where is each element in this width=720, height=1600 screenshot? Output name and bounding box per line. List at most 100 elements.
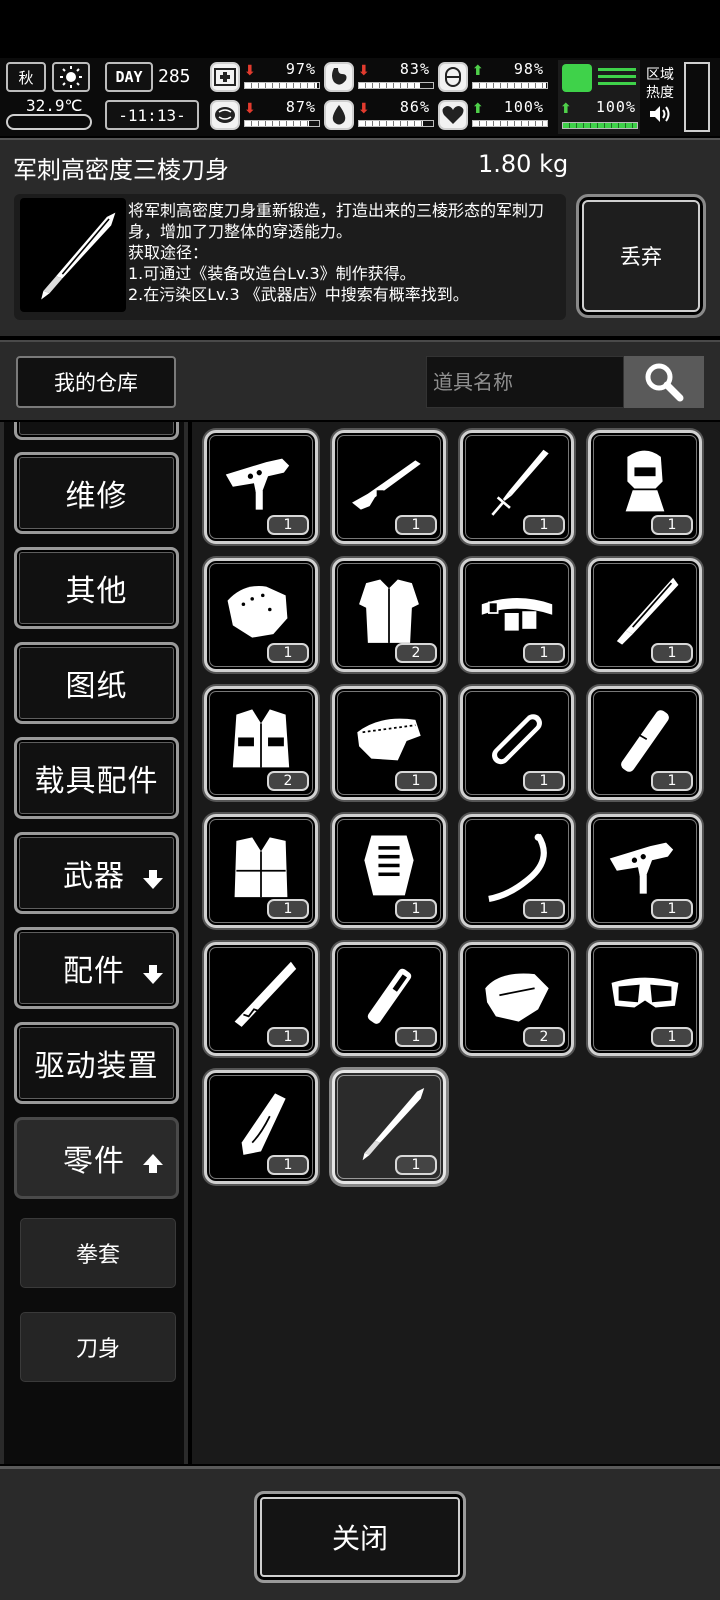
heart-icon <box>438 100 468 130</box>
quantity-badge: 1 <box>651 515 693 535</box>
close-button-label: 关闭 <box>331 1522 388 1555</box>
inventory-slot[interactable]: 1 <box>588 558 702 672</box>
thermometer-icon <box>6 114 92 130</box>
search-field[interactable] <box>426 356 624 408</box>
quantity-badge: 2 <box>395 643 437 663</box>
inventory-slot[interactable]: 1 <box>204 558 318 672</box>
stat-percent: 98% <box>513 60 544 78</box>
item-name: 军刺高密度三棱刀身 <box>13 156 229 184</box>
category-button[interactable]: 载具配件 <box>14 737 179 819</box>
category-label: 驱动装置 <box>34 1049 159 1084</box>
stat-percent: 86% <box>399 98 430 116</box>
inventory-slot[interactable]: 1 <box>460 686 574 800</box>
quantity-badge: 1 <box>267 643 309 663</box>
stat-bar-fill <box>359 83 421 88</box>
inventory-slot[interactable]: 1 <box>588 686 702 800</box>
category-button-partial[interactable] <box>14 422 179 440</box>
temperature-readout: 32.9℃ <box>26 96 83 115</box>
category-button[interactable]: 图纸 <box>14 642 179 724</box>
category-label: 武器 <box>63 859 125 894</box>
category-button[interactable]: 配件 <box>14 927 179 1009</box>
inventory-slot[interactable]: 2 <box>460 942 574 1056</box>
quantity-badge: 1 <box>267 1155 309 1175</box>
stamina-percent: 100% <box>595 98 636 116</box>
category-button[interactable]: 武器 <box>14 832 179 914</box>
footer-bar: 关闭 <box>0 1466 720 1600</box>
discard-button[interactable]: 丢弃 <box>576 194 706 318</box>
stomach-icon <box>324 62 354 92</box>
close-button[interactable]: 关闭 <box>254 1491 466 1583</box>
stamina-bar <box>562 122 638 129</box>
stat-bar-fill <box>245 83 317 88</box>
inventory-slot[interactable]: 1 <box>588 430 702 544</box>
inventory-slot[interactable]: 1 <box>204 942 318 1056</box>
quantity-badge: 2 <box>267 771 309 791</box>
quantity-badge: 1 <box>523 771 565 791</box>
arrow-down-icon <box>142 958 164 984</box>
subcategory-button[interactable]: 刀身 <box>20 1312 176 1382</box>
inventory-slot[interactable]: 1 <box>332 814 446 928</box>
category-label: 图纸 <box>65 669 128 704</box>
day-badge-label: DAY <box>115 68 143 86</box>
inventory-slot[interactable]: 2 <box>204 686 318 800</box>
subcategory-button[interactable]: 拳套 <box>20 1218 176 1288</box>
inventory-slot[interactable]: 1 <box>460 814 574 928</box>
inventory-slot[interactable]: 1 <box>204 1070 318 1184</box>
category-label: 载具配件 <box>34 764 159 799</box>
sun-icon <box>52 62 90 92</box>
category-button[interactable]: 零件 <box>14 1117 179 1199</box>
inventory-slot[interactable]: 1 <box>460 558 574 672</box>
search-icon <box>645 363 684 402</box>
stat-bar-fill <box>359 121 423 126</box>
item-description: 将军刺高密度刀身重新锻造，打造出来的三棱形态的军刺刀身，增加了刀整体的穿透能力。… <box>128 201 545 304</box>
inventory-slot[interactable]: 1 <box>588 942 702 1056</box>
category-button[interactable]: 其他 <box>14 547 179 629</box>
stat-percent: 97% <box>285 60 316 78</box>
season-indicator: 秋 <box>6 62 46 92</box>
inventory-slot[interactable]: 1 <box>460 430 574 544</box>
bayonet-blade-icon <box>20 198 126 312</box>
category-button[interactable]: 驱动装置 <box>14 1022 179 1104</box>
stat-bar-fill <box>473 83 546 88</box>
inventory-slot[interactable]: 1 <box>332 1070 446 1184</box>
inventory-slot[interactable]: 1 <box>204 814 318 928</box>
stamina-panel: ⬆ 100% <box>558 60 640 134</box>
quantity-badge: 1 <box>523 643 565 663</box>
quantity-badge: 1 <box>395 1027 437 1047</box>
inventory-slot[interactable]: 1 <box>204 430 318 544</box>
stamina-bar-fill <box>563 123 637 128</box>
quantity-badge: 1 <box>267 899 309 919</box>
pill-icon <box>438 62 468 92</box>
quantity-badge: 1 <box>523 899 565 919</box>
sidebar-divider <box>184 422 188 1464</box>
search-input[interactable] <box>427 357 623 407</box>
inventory-slot[interactable]: 1 <box>588 814 702 928</box>
stamina-lines <box>598 68 636 88</box>
discard-button-label: 丢弃 <box>620 245 662 269</box>
speaker-icon[interactable] <box>648 104 672 124</box>
inventory-slot[interactable]: 1 <box>332 686 446 800</box>
category-button[interactable]: 维修 <box>14 452 179 534</box>
stat-bar <box>358 82 434 89</box>
inventory-slot[interactable]: 1 <box>332 430 446 544</box>
quantity-badge: 1 <box>395 515 437 535</box>
brain-icon <box>210 100 240 130</box>
clock-time: -11:13- <box>118 105 186 125</box>
stat-percent: 87% <box>285 98 316 116</box>
quantity-badge: 2 <box>523 1027 565 1047</box>
item-weight: 1.80 kg <box>478 150 569 178</box>
day-number: 285 <box>158 66 191 87</box>
subcategory-label: 拳套 <box>75 1243 120 1268</box>
medkit-icon <box>210 62 240 92</box>
inventory-slot[interactable]: 2 <box>332 558 446 672</box>
search-button[interactable] <box>624 356 704 408</box>
inventory-slot[interactable]: 1 <box>332 942 446 1056</box>
day-badge: DAY <box>105 62 153 92</box>
quantity-badge: 1 <box>651 899 693 919</box>
category-sidebar[interactable]: 维修其他图纸载具配件武器配件驱动装置零件拳套刀身 <box>0 422 188 1464</box>
category-label: 其他 <box>65 574 128 609</box>
zone-heat-label: 区域 热度 <box>646 67 674 101</box>
warehouse-header: 我的仓库 <box>0 340 720 420</box>
quantity-badge: 1 <box>651 1027 693 1047</box>
stat-bar-fill <box>473 121 547 126</box>
